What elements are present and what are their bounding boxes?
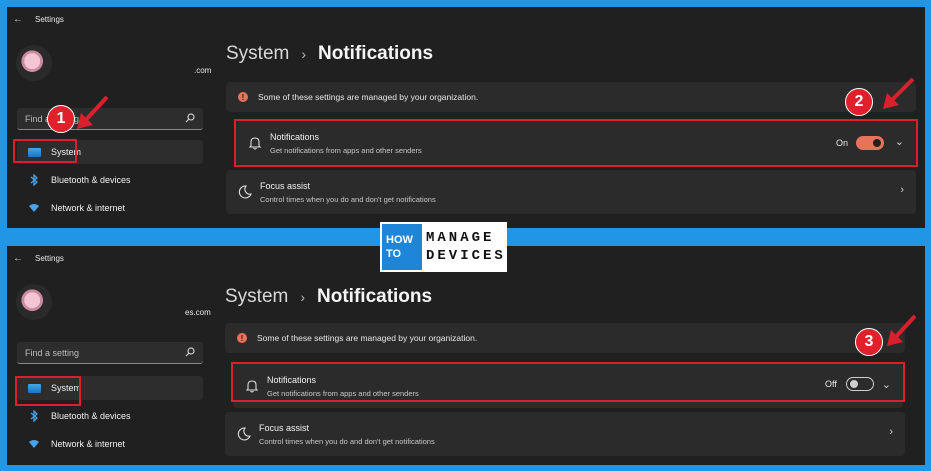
account-email: es.com bbox=[185, 308, 211, 317]
sidebar-item-label: Network & internet bbox=[51, 439, 126, 449]
account-email: .com bbox=[194, 66, 212, 75]
sidebar-item-network[interactable]: Network & internet bbox=[17, 196, 203, 220]
moon-icon bbox=[237, 427, 251, 441]
bluetooth-icon bbox=[27, 174, 41, 186]
breadcrumb: System › Notifications bbox=[226, 43, 433, 65]
logo-text-how: HOW bbox=[386, 234, 413, 246]
chevron-right-icon[interactable]: › bbox=[900, 184, 904, 196]
logo-text-to: TO bbox=[386, 248, 402, 260]
sidebar-item-label: Bluetooth & devices bbox=[51, 411, 131, 421]
arrow-icon bbox=[883, 77, 915, 109]
chevron-right-icon[interactable]: › bbox=[889, 426, 893, 438]
logo-mark: HOW TO bbox=[382, 224, 422, 270]
sidebar-item-label: Network & internet bbox=[51, 203, 126, 213]
moon-icon bbox=[238, 185, 252, 199]
search-placeholder: Find a setting bbox=[25, 347, 80, 358]
highlight-box-system bbox=[15, 376, 81, 406]
app-title: Settings bbox=[35, 253, 64, 263]
highlight-box-system bbox=[13, 139, 77, 163]
search-icon[interactable] bbox=[185, 113, 195, 123]
setting-title: Focus assist bbox=[259, 423, 310, 433]
page-title: Notifications bbox=[318, 43, 434, 64]
title-bar: ← Settings bbox=[7, 7, 64, 31]
setting-description: Control times when you do and don't get … bbox=[260, 195, 436, 204]
wifi-icon bbox=[27, 202, 41, 214]
wifi-icon bbox=[27, 438, 41, 450]
search-input[interactable]: Find a setting bbox=[17, 342, 203, 364]
app-title: Settings bbox=[35, 14, 64, 24]
chevron-right-icon: › bbox=[300, 289, 306, 305]
arrow-icon bbox=[887, 314, 917, 346]
sidebar-item-label: Bluetooth & devices bbox=[51, 175, 131, 185]
chevron-right-icon: › bbox=[301, 46, 307, 62]
highlight-box-notifications bbox=[231, 362, 905, 402]
logo-text-manage: MANAGE bbox=[426, 230, 495, 246]
sidebar-item-bluetooth[interactable]: Bluetooth & devices bbox=[17, 168, 203, 192]
sidebar-item-bluetooth[interactable]: Bluetooth & devices bbox=[17, 404, 203, 428]
info-icon: ! bbox=[237, 333, 247, 343]
breadcrumb: System › Notifications bbox=[225, 286, 432, 308]
managed-notice: ! Some of these settings are managed by … bbox=[226, 82, 916, 112]
logo-text-devices: DEVICES bbox=[426, 248, 506, 264]
highlight-box-notifications bbox=[234, 119, 918, 167]
step-badge: 2 bbox=[845, 88, 873, 116]
breadcrumb-system[interactable]: System bbox=[225, 286, 288, 308]
focus-assist-setting[interactable]: Focus assist Control times when you do a… bbox=[225, 412, 905, 456]
logo-wordmark: MANAGE DEVICES bbox=[426, 229, 506, 265]
managed-notice: ! Some of these settings are managed by … bbox=[225, 323, 905, 353]
setting-title: Focus assist bbox=[260, 181, 311, 191]
sidebar: es.com Find a setting System Bluetooth &… bbox=[12, 270, 211, 465]
sidebar-item-network[interactable]: Network & internet bbox=[17, 432, 203, 456]
how-to-manage-devices-logo: HOW TO MANAGE DEVICES bbox=[380, 222, 507, 272]
setting-description: Control times when you do and don't get … bbox=[259, 437, 435, 446]
arrow-icon bbox=[77, 95, 109, 129]
title-bar: ← Settings bbox=[7, 246, 64, 270]
page-title: Notifications bbox=[317, 286, 433, 307]
managed-notice-text: Some of these settings are managed by yo… bbox=[257, 333, 478, 343]
info-icon: ! bbox=[238, 92, 248, 102]
focus-assist-setting[interactable]: Focus assist Control times when you do a… bbox=[226, 170, 916, 214]
avatar[interactable] bbox=[16, 284, 52, 320]
settings-window-bottom: ← Settings es.com Find a setting System … bbox=[7, 246, 925, 465]
managed-notice-text: Some of these settings are managed by yo… bbox=[258, 92, 479, 102]
back-arrow-icon[interactable]: ← bbox=[13, 14, 31, 25]
search-icon[interactable] bbox=[185, 347, 195, 357]
bluetooth-icon bbox=[27, 410, 41, 422]
breadcrumb-system[interactable]: System bbox=[226, 43, 289, 65]
avatar[interactable] bbox=[16, 45, 52, 81]
step-badge: 3 bbox=[855, 328, 883, 356]
back-arrow-icon[interactable]: ← bbox=[13, 253, 31, 264]
step-badge: 1 bbox=[47, 105, 75, 133]
settings-window-top: ← Settings .com Find a setting System Bl… bbox=[7, 7, 925, 228]
